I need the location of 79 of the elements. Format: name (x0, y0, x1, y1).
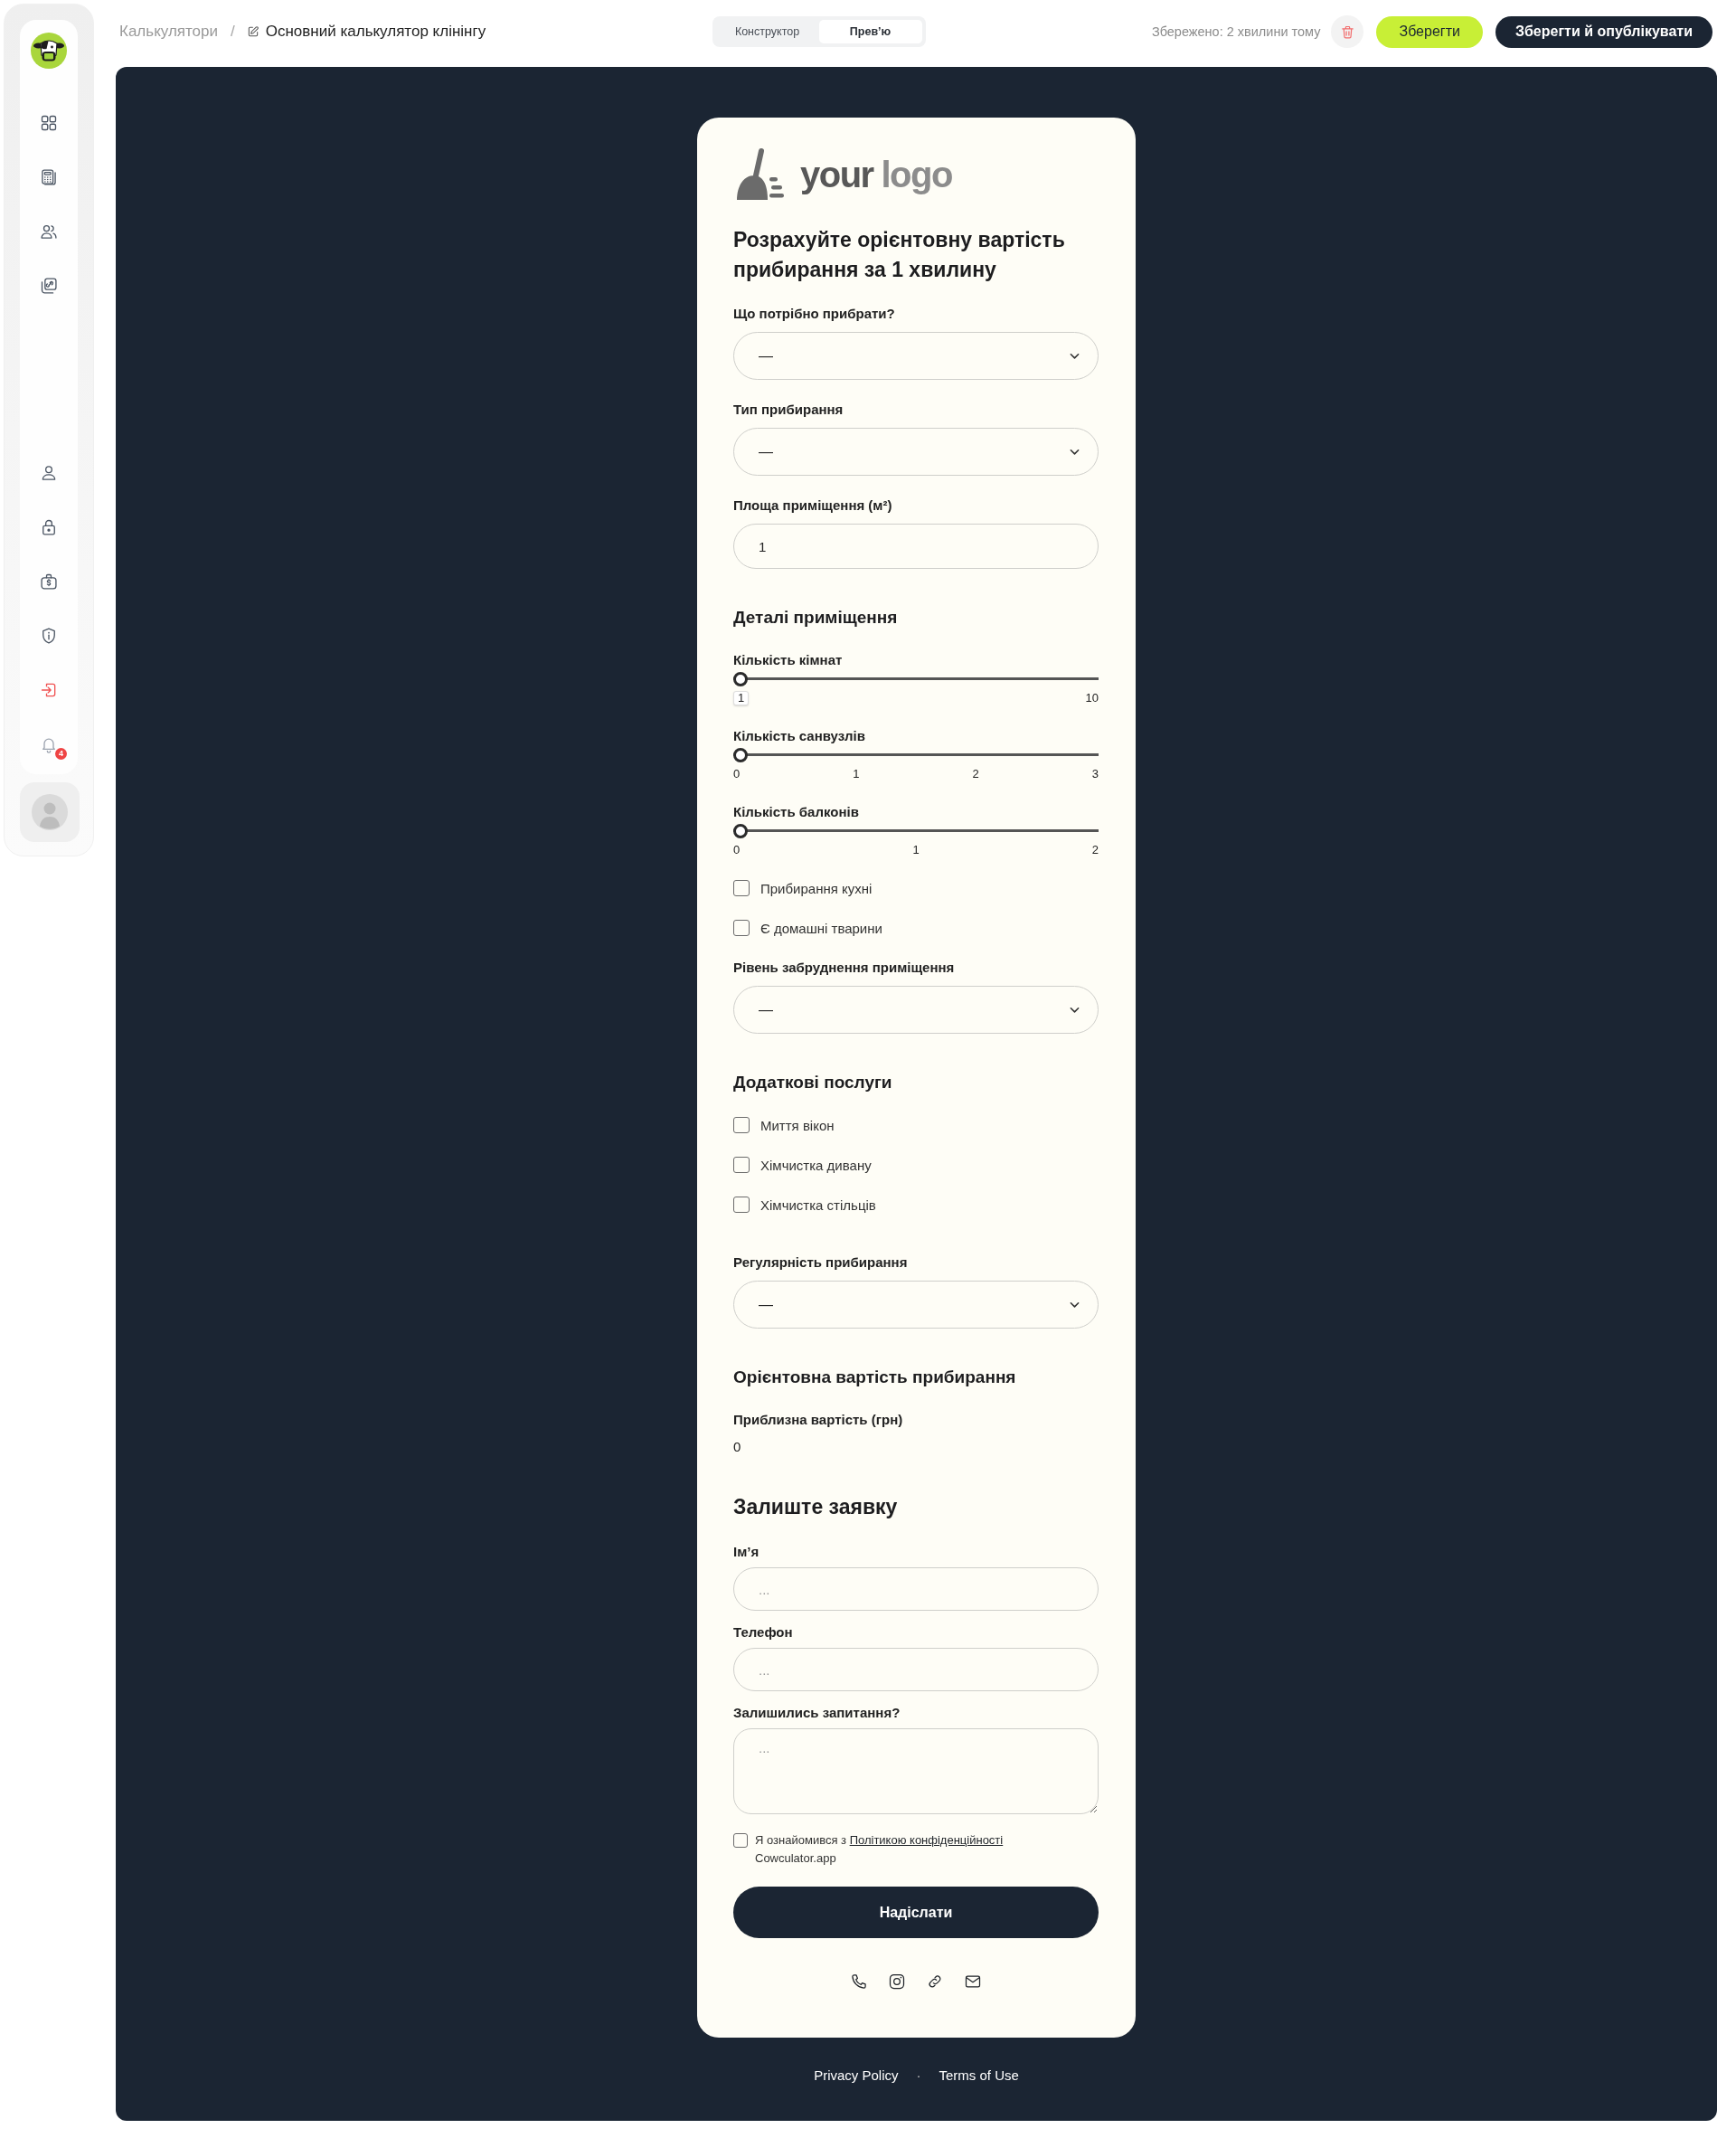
checkbox[interactable] (733, 880, 750, 896)
field-label: Телефон (733, 1623, 793, 1641)
cow-logo-icon[interactable] (31, 33, 67, 69)
save-button[interactable]: Зберегти (1376, 15, 1483, 48)
slider-tick-label: 2 (1091, 843, 1099, 857)
slider-tick-label: 3 (1091, 767, 1099, 781)
checkbox[interactable] (733, 1833, 748, 1848)
input-field[interactable]: ... (733, 1648, 1099, 1691)
calculator-title: Основний калькулятор клінінгу (265, 23, 486, 41)
form-title: Розрахуйте орієнтовну вартість прибирання за 1 хвилину (733, 227, 1066, 283)
field-label: Регулярність прибирання (733, 1253, 908, 1272)
checkbox-label: Хімчистка дивану (760, 1157, 872, 1173)
briefcase-dollar-icon[interactable] (40, 572, 58, 591)
slider-tick-label: 2 (972, 767, 979, 781)
slider-tick-label: 1 (853, 767, 860, 781)
avatar-tile[interactable] (20, 782, 80, 842)
input-field[interactable]: ... (733, 1567, 1099, 1611)
field-label: Кількість санвузлів (733, 727, 865, 745)
input-field[interactable]: 1 (733, 524, 1099, 569)
slider-tick-label: 0 (733, 767, 741, 781)
slider-tick-label: 0 (733, 843, 741, 857)
chevron-down-icon (1070, 1301, 1080, 1309)
user-icon[interactable] (40, 464, 58, 482)
checkbox-label: Миття вікон (760, 1117, 835, 1133)
publish-button[interactable]: Зберегти й опублікувати (1495, 15, 1712, 48)
slider-thumb[interactable] (733, 672, 748, 686)
camera-icon[interactable] (888, 1972, 906, 1991)
checkbox[interactable] (733, 1197, 750, 1213)
field-label: Що потрібно прибрати? (733, 305, 895, 323)
section-heading: Деталі приміщення (733, 607, 899, 629)
mode-tab[interactable]: Прев’ю (818, 20, 922, 43)
checkbox[interactable] (733, 1117, 750, 1133)
footer-separator: · (916, 2067, 921, 2085)
section-heading: Залиште заявку (733, 1494, 899, 1520)
notification-badge: 4 (55, 748, 67, 760)
shield-icon[interactable] (40, 627, 58, 645)
slider-thumb[interactable] (733, 748, 748, 762)
submit-button[interactable]: Надіслати (733, 1887, 1099, 1938)
lock-icon[interactable] (40, 518, 58, 536)
field-label: Рівень забруднення приміщення (733, 959, 955, 977)
field-label: Тип прибирання (733, 401, 844, 419)
section-heading: Орієнтовна вартість прибирання (733, 1367, 1017, 1388)
checkbox-label: Прибирання кухні (760, 880, 873, 896)
phone-icon[interactable] (850, 1972, 868, 1991)
checkbox[interactable] (733, 1157, 750, 1173)
privacy-policy-link[interactable]: Політикою конфіденційності (849, 1833, 1004, 1847)
field-label: Приблизна вартість (грн) (733, 1411, 903, 1429)
field-label: Кількість балконів (733, 803, 859, 821)
logo-text: your logo (800, 156, 952, 193)
breadcrumb-separator: / (231, 23, 235, 41)
field-label: Ім’я (733, 1543, 760, 1561)
calculator-icon[interactable] (40, 168, 58, 186)
users-icon[interactable] (40, 222, 58, 241)
chevron-down-icon (1070, 352, 1080, 360)
pencil-icon[interactable] (246, 25, 259, 38)
section-heading: Додаткові послуги (733, 1072, 893, 1093)
text-area[interactable]: ... (733, 1728, 1099, 1814)
field-label: Залишились запитання? (733, 1704, 901, 1722)
mode-tab[interactable]: Конструктор (715, 20, 819, 43)
grid-icon[interactable] (40, 114, 58, 132)
consent-text: Я ознайомився з Політикою конфіденційності Cowculator.app (755, 1832, 1005, 1867)
chevron-down-icon (1070, 448, 1080, 456)
output-value: 0 (733, 1438, 741, 1456)
checkbox-label: Хімчистка стільців (760, 1197, 876, 1213)
slider-tick-label: 1 (912, 843, 920, 857)
slider-tick-label: 10 (1085, 691, 1099, 705)
checkbox-label: Є домашні тварини (760, 920, 882, 936)
chevron-down-icon (1070, 1006, 1080, 1014)
slider-value-badge: 1 (733, 691, 750, 705)
field-label: Площа приміщення (м²) (733, 497, 892, 515)
stacked-link-icon[interactable] (40, 277, 58, 295)
field-label: Кількість кімнат (733, 651, 843, 669)
logout-icon[interactable] (40, 681, 58, 699)
trash-icon (1339, 24, 1355, 40)
slider-thumb[interactable] (733, 824, 748, 838)
footer-link[interactable]: Terms of Use (939, 2067, 1019, 2085)
save-status: Збережено: 2 хвилини тому (1151, 24, 1321, 39)
footer-link[interactable]: Privacy Policy (814, 2067, 899, 2085)
checkbox[interactable] (733, 920, 750, 936)
